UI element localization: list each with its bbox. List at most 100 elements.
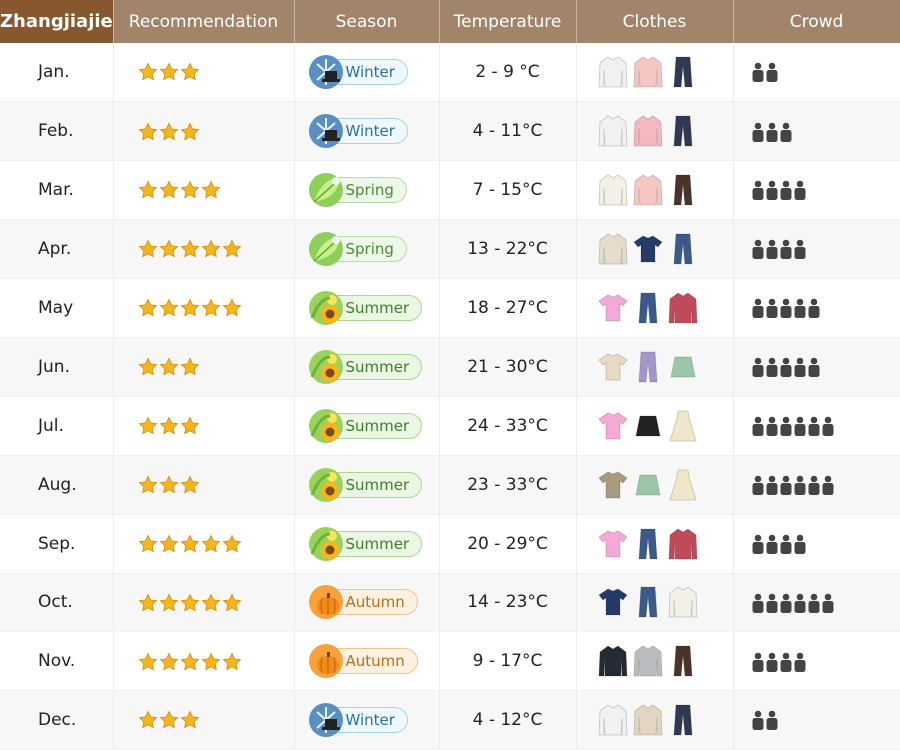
person-icon bbox=[766, 180, 778, 201]
season-label: Winter bbox=[345, 63, 395, 82]
table-row: Sep. Summer 20 - 29°C bbox=[0, 514, 900, 574]
table-row: Apr. Spring 13 - 22°C bbox=[0, 219, 900, 280]
crowd-level bbox=[733, 455, 900, 515]
season-label: Winter bbox=[345, 122, 395, 141]
crowd-level bbox=[733, 631, 900, 692]
clothes-cell bbox=[576, 278, 734, 338]
person-icon bbox=[780, 357, 792, 378]
month-cell: Apr. bbox=[0, 219, 114, 280]
person-icon bbox=[752, 710, 764, 731]
green-skirt-icon bbox=[632, 467, 664, 503]
person-icon bbox=[766, 534, 778, 554]
clothes-cell bbox=[576, 690, 734, 750]
pink-sweater-icon bbox=[632, 54, 664, 90]
clothes-cell bbox=[576, 160, 734, 221]
person-icon bbox=[808, 593, 820, 613]
crowd-level bbox=[733, 160, 900, 221]
recommendation-rating bbox=[113, 160, 295, 221]
temperature-cell: 23 - 33°C bbox=[439, 455, 577, 515]
person-icon bbox=[766, 298, 778, 319]
month-cell: Aug. bbox=[0, 455, 114, 515]
spring-leaf-icon bbox=[308, 172, 344, 208]
season-badge: Summer bbox=[308, 408, 423, 443]
summer-sunflower-icon bbox=[308, 526, 344, 562]
star-icon bbox=[159, 239, 179, 259]
star-icon bbox=[138, 180, 158, 200]
clothes-cell bbox=[576, 396, 734, 456]
table-row: Jan. Winter 2 - 9 °C bbox=[0, 43, 900, 103]
beige-sweater-icon bbox=[632, 702, 664, 738]
table-row: Oct. Autumn 14 - 23°C bbox=[0, 573, 900, 633]
pink-tshirt-icon bbox=[597, 526, 629, 562]
person-icon bbox=[808, 357, 820, 378]
clothes-cell bbox=[576, 101, 734, 162]
star-icon bbox=[180, 416, 200, 436]
red-shirt-icon bbox=[667, 290, 699, 326]
crowd-level bbox=[733, 690, 900, 750]
season-cell: Winter bbox=[294, 101, 440, 162]
season-label: Spring bbox=[345, 181, 394, 200]
person-icon bbox=[794, 475, 806, 495]
star-icon bbox=[138, 122, 158, 142]
star-icon bbox=[138, 652, 158, 672]
person-icon bbox=[822, 475, 834, 495]
recommendation-rating bbox=[113, 43, 295, 103]
star-icon bbox=[201, 593, 221, 613]
person-icon bbox=[794, 593, 806, 613]
season-label: Autumn bbox=[345, 652, 405, 671]
blue-jeans-icon bbox=[632, 526, 664, 562]
person-icon bbox=[752, 62, 764, 83]
season-cell: Autumn bbox=[294, 631, 440, 692]
season-cell: Spring bbox=[294, 160, 440, 221]
person-icon bbox=[752, 122, 764, 142]
star-icon bbox=[180, 593, 200, 613]
person-icon bbox=[752, 534, 764, 554]
winter-snowflake-icon bbox=[308, 702, 344, 738]
dark-jeans-icon bbox=[667, 54, 699, 90]
person-icon bbox=[766, 357, 778, 378]
person-icon bbox=[822, 416, 834, 437]
person-icon bbox=[752, 652, 764, 672]
person-icon bbox=[794, 298, 806, 319]
person-icon bbox=[752, 180, 764, 201]
column-header-temperature: Temperature bbox=[439, 0, 577, 43]
beige-trench-coat-icon bbox=[597, 231, 629, 267]
pink-tshirt-icon bbox=[597, 290, 629, 326]
clothes-cell bbox=[576, 43, 734, 103]
white-jacket-icon bbox=[667, 584, 699, 620]
blue-jeans-icon bbox=[667, 231, 699, 267]
month-cell: Jul. bbox=[0, 396, 114, 456]
temperature-cell: 7 - 15°C bbox=[439, 160, 577, 221]
star-icon bbox=[159, 416, 179, 436]
star-icon bbox=[201, 298, 221, 318]
clothes-cell bbox=[576, 631, 734, 692]
star-icon bbox=[180, 357, 200, 377]
table-row: Aug. Summer 23 - 33°C bbox=[0, 455, 900, 515]
season-cell: Summer bbox=[294, 337, 440, 397]
star-icon bbox=[180, 62, 200, 82]
recommendation-rating bbox=[113, 514, 295, 574]
star-icon bbox=[159, 298, 179, 318]
temperature-cell: 18 - 27°C bbox=[439, 278, 577, 338]
pink-hoodie-icon bbox=[632, 113, 664, 149]
season-cell: Summer bbox=[294, 278, 440, 338]
person-icon bbox=[780, 475, 792, 495]
black-shorts-icon bbox=[632, 408, 664, 444]
person-icon bbox=[766, 652, 778, 672]
season-cell: Summer bbox=[294, 514, 440, 574]
recommendation-rating bbox=[113, 573, 295, 633]
season-badge: Winter bbox=[308, 703, 408, 738]
crowd-level bbox=[733, 101, 900, 162]
khaki-tshirt-icon bbox=[597, 467, 629, 503]
white-down-jacket-icon bbox=[597, 113, 629, 149]
column-header-season: Season bbox=[294, 0, 440, 43]
recommendation-rating bbox=[113, 101, 295, 162]
person-icon bbox=[766, 239, 778, 260]
pink-sweater-icon bbox=[632, 172, 664, 208]
star-icon bbox=[159, 710, 179, 730]
person-icon bbox=[752, 298, 764, 319]
autumn-pumpkin-icon bbox=[308, 584, 344, 620]
recommendation-rating bbox=[113, 631, 295, 692]
person-icon bbox=[752, 239, 764, 260]
season-label: Summer bbox=[345, 416, 410, 435]
